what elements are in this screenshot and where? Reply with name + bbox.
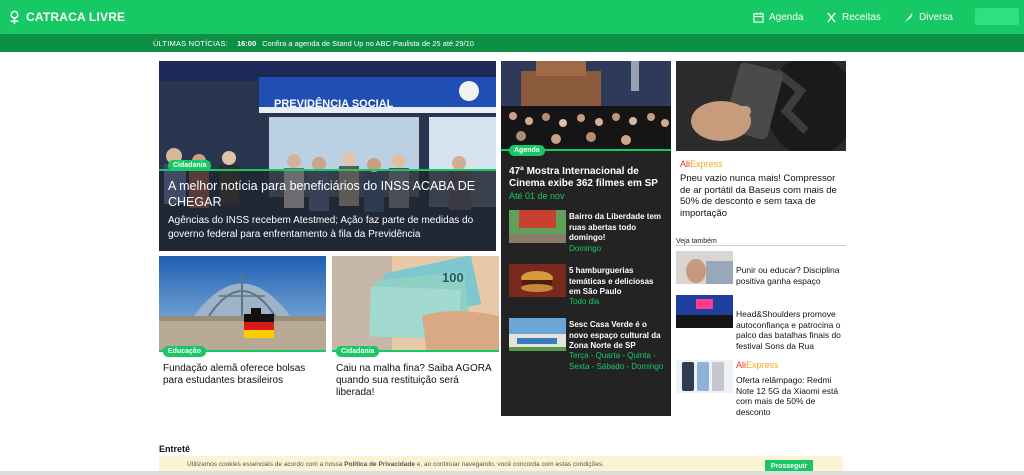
sons-da-rua-thumbnail[interactable] [676,295,733,328]
agenda-item-when: Todo dia [569,297,600,306]
search-input[interactable] [975,8,1019,25]
sesc-thumbnail[interactable] [509,318,566,351]
hero-sign-text: PREVIDÊNCIA SOCIAL [274,97,394,110]
reichstag-image [159,256,326,352]
agenda-hero-image[interactable] [501,61,671,151]
turnstile-icon [10,10,19,24]
nav-label: Diversa [919,11,953,23]
liberdade-thumbnail[interactable] [509,210,566,243]
bottom-scroll-strip [0,471,1024,475]
logo-text: CATRACA LIVRE [26,10,126,24]
site-logo[interactable]: CATRACA LIVRE [7,9,125,25]
money-headline[interactable]: Caiu na malha fina? Saiba AGORA quando s… [336,363,496,399]
calendar-icon [753,11,764,23]
cinema-crowd-image [501,61,671,151]
education-card-image[interactable] [159,256,326,352]
agenda-headline[interactable]: 47ª Mostra Internacional de Cinema exibe… [509,166,667,190]
redmi-phone-thumbnail[interactable] [676,360,733,393]
agenda-item-title[interactable]: 5 hamburguerias temáticas e deliciosas e… [569,266,667,298]
nav-receitas[interactable]: Receitas [826,9,881,25]
education-category-tag[interactable]: Educação [163,346,207,357]
ad-headline[interactable]: Pneu vazio nunca mais! Compressor de ar … [680,173,845,219]
section-heading: Entretê [159,444,191,454]
related-item-title[interactable]: Oferta relâmpago: Redmi Note 12 5G da Xi… [736,375,846,417]
ticker-text[interactable]: Confira a agenda de Stand Up no ABC Paul… [262,39,474,48]
education-headline[interactable]: Fundação alemã oferece bolsas para estud… [163,363,323,387]
nav-diversa[interactable]: Diversa [903,9,953,25]
money-card-image[interactable]: 100 [332,256,499,352]
privacy-policy-link[interactable]: Política de Privacidade [344,461,415,468]
ticker-label: ÚLTIMAS NOTÍCIAS: [153,38,228,48]
hero-headline[interactable]: A melhor notícia para beneficiários do I… [168,178,488,210]
banknotes-image: 100 [332,256,499,352]
feather-icon [904,12,913,22]
utensils-icon [827,12,836,22]
hero-summary: Agências do INSS recebem Atestmed; Ação … [168,215,474,240]
agenda-item-title[interactable]: Sesc Casa Verde é o novo espaço cultural… [569,320,667,352]
burger-thumbnail[interactable] [509,264,566,297]
agenda-item-when: Domingo [569,244,602,253]
discipline-thumbnail[interactable] [676,251,733,284]
nav-label: Agenda [769,11,804,23]
related-item-title[interactable]: Punir ou educar? Disciplina positiva gan… [736,265,846,286]
see-also-divider [676,245,846,246]
related-item-title[interactable]: Head&Shoulders promove autoconfiança e p… [736,309,846,351]
news-ticker[interactable]: ÚLTIMAS NOTÍCIAS: 16:00 Confira a agenda… [0,34,1024,52]
agenda-item-title[interactable]: Bairro da Liberdade tem ruas abertas tod… [569,212,667,244]
nav-label: Receitas [842,11,881,23]
see-also-label: Veja também [676,238,717,245]
ticker-time: 16:00 [236,38,257,48]
banknote-value-text: 100 [442,270,464,285]
cookie-text: Utilizamos cookies essenciais de acordo … [187,461,604,468]
agenda-item-when: Terça - Quarta - Quinta - Sexta - Sábado… [569,351,664,371]
aliexpress-logo[interactable]: AliExpress [680,159,723,169]
money-category-tag[interactable]: Cidadania [336,346,380,357]
nav-agenda[interactable]: Agenda [753,9,803,25]
aliexpress-logo[interactable]: AliExpress [736,360,779,370]
agenda-date: Até 01 de nov [509,191,565,201]
hero-category-tag[interactable]: Cidadania [168,160,212,171]
compressor-ad-image[interactable] [676,61,846,151]
agenda-category-tag[interactable]: Agenda [509,145,545,156]
